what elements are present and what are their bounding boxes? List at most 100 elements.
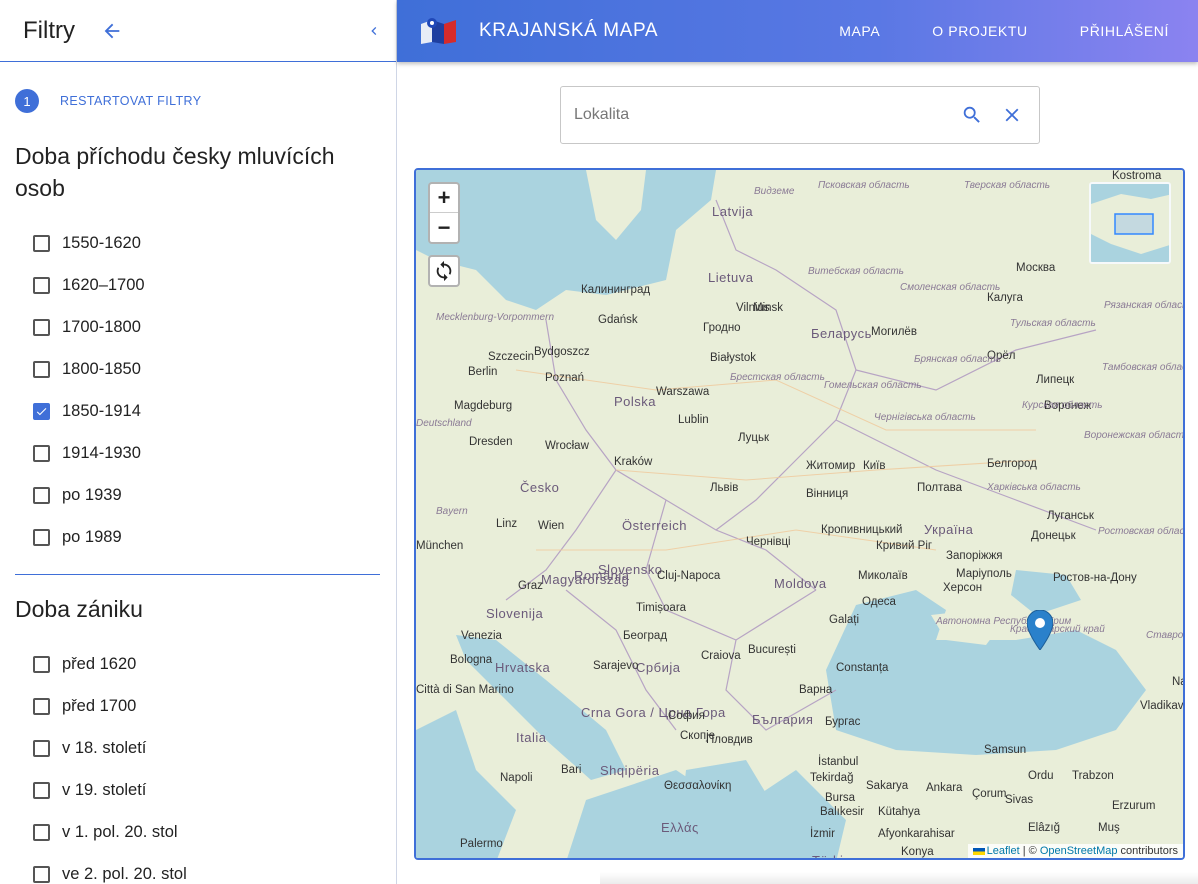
filter-option[interactable]: před 1700 <box>33 685 380 727</box>
region-label: Тамбовская область <box>1102 362 1183 373</box>
country-label: Slovenija <box>486 606 544 621</box>
location-marker-icon[interactable] <box>1027 610 1053 650</box>
leaflet-link[interactable]: Leaflet <box>987 845 1020 857</box>
filter-option-label: v 19. století <box>62 780 147 799</box>
filter-option-label: ve 2. pol. 20. stol <box>62 864 187 883</box>
filter-option-label: 1850-1914 <box>62 401 141 420</box>
clear-icon[interactable] <box>1001 104 1023 126</box>
city-label: Città di San Marino <box>416 684 514 696</box>
region-label: Тверская область <box>964 180 1051 191</box>
city-label: Trabzon <box>1072 770 1114 782</box>
city-label: Одеса <box>862 596 896 608</box>
city-label: Донецьк <box>1031 530 1076 542</box>
extinction-options: před 1620 před 1700 v 18. století v 19. sto… <box>15 625 380 884</box>
checkbox[interactable] <box>33 823 50 841</box>
sidebar-header: Filtry <box>0 0 396 62</box>
city-label: Gdańsk <box>598 314 638 326</box>
zoom-out-button[interactable]: − <box>430 213 458 242</box>
app-title[interactable]: KRAJANSKÁ MAPA <box>479 20 658 42</box>
city-label: Lublin <box>678 414 709 426</box>
map-attribution: Leaflet | © OpenStreetMap contributors <box>967 844 1183 858</box>
city-label: Wrocław <box>545 440 589 452</box>
checkbox[interactable] <box>33 486 50 504</box>
ukraine-flag-icon <box>972 847 985 855</box>
filter-option[interactable]: v 18. století <box>33 727 380 769</box>
checkbox[interactable] <box>33 318 50 336</box>
city-label: Sivas <box>1005 794 1034 806</box>
city-label: Варна <box>799 684 833 696</box>
country-label: Italia <box>516 730 547 745</box>
country-label: Česko <box>520 480 560 495</box>
city-label: Бургас <box>825 716 861 728</box>
filter-option[interactable]: v 1. pol. 20. stol <box>33 811 380 853</box>
city-label: Вінниця <box>806 488 849 500</box>
city-label: Луцьк <box>738 432 770 444</box>
filter-option[interactable]: před 1620 <box>33 643 380 685</box>
reset-view-button[interactable] <box>428 255 460 287</box>
filter-option[interactable]: v 19. století <box>33 769 380 811</box>
filter-option[interactable]: 1800-1850 <box>33 348 380 390</box>
checkbox[interactable] <box>33 528 50 546</box>
filter-option[interactable]: ve 2. pol. 20. stol <box>33 853 380 884</box>
zoom-in-button[interactable]: + <box>430 184 458 213</box>
checkbox[interactable] <box>33 276 50 294</box>
nav-map[interactable]: MAPA <box>816 23 909 39</box>
filter-option[interactable]: po 1989 <box>33 516 380 558</box>
nav-login[interactable]: PŘIHLÁŠENÍ <box>1057 23 1198 39</box>
filter-option[interactable]: 1550-1620 <box>33 222 380 264</box>
checkbox[interactable] <box>33 739 50 757</box>
checkbox[interactable] <box>33 234 50 252</box>
filter-option-label: v 1. pol. 20. stol <box>62 822 178 841</box>
city-label: Миколаїв <box>858 570 908 582</box>
region-label: Смоленская область <box>900 282 1001 293</box>
refresh-icon <box>436 260 452 282</box>
filter-option[interactable]: po 1939 <box>33 474 380 516</box>
country-label: Latvija <box>712 204 754 219</box>
city-label: Bydgoszcz <box>534 346 590 358</box>
checkbox[interactable] <box>33 360 50 378</box>
region-label: Рязанская область <box>1104 300 1183 311</box>
city-label: Cluj-Napoca <box>657 570 721 582</box>
check-icon <box>36 407 47 415</box>
attribution-separator: | © <box>1019 845 1040 857</box>
active-filter-count-badge: 1 <box>15 89 39 113</box>
city-label: Москва <box>1016 262 1056 274</box>
filter-option[interactable]: 1914-1930 <box>33 432 380 474</box>
filter-option[interactable]: 1620–1700 <box>33 264 380 306</box>
city-label: София <box>668 710 705 722</box>
city-label: Craiova <box>701 650 741 662</box>
nav-about[interactable]: O PROJEKTU <box>909 23 1056 39</box>
checkbox[interactable] <box>33 697 50 715</box>
city-label: Białystok <box>710 352 757 364</box>
city-label: Чернівці <box>746 536 791 548</box>
city-label: Graz <box>518 580 543 592</box>
country-label: România <box>574 568 630 583</box>
city-label: Wien <box>538 520 565 532</box>
location-search-input[interactable] <box>561 106 961 124</box>
city-label: Minsk <box>753 302 784 314</box>
osm-link[interactable]: OpenStreetMap <box>1040 845 1118 857</box>
region-label: Deutschland <box>416 418 472 429</box>
checkbox-checked[interactable] <box>33 402 50 420</box>
city-label: İstanbul <box>818 756 859 768</box>
city-label: Balıkesir <box>820 806 865 818</box>
filter-option[interactable]: 1700-1800 <box>33 306 380 348</box>
sidebar-title: Filtry <box>23 16 75 44</box>
chevron-left-icon[interactable] <box>366 23 382 39</box>
checkbox[interactable] <box>33 444 50 462</box>
city-label: Липецк <box>1036 374 1075 386</box>
filter-option-label: 1800-1850 <box>62 359 141 378</box>
city-label: Пловдив <box>706 734 753 746</box>
city-label: Ростов-на-Дону <box>1053 572 1137 584</box>
minimap[interactable] <box>1089 182 1171 264</box>
city-label: Timișoara <box>636 602 687 614</box>
checkbox[interactable] <box>33 655 50 673</box>
search-icon[interactable] <box>961 104 983 126</box>
checkbox[interactable] <box>33 865 50 883</box>
filter-option[interactable]: 1850-1914 <box>33 390 380 432</box>
reset-filters-button[interactable]: RESTARTOVAT FILTRY <box>60 94 202 108</box>
checkbox[interactable] <box>33 781 50 799</box>
arrow-back-icon[interactable] <box>101 20 123 42</box>
map-view[interactable]: Latvija Lietuva Беларусь Polska Česko Slovens… <box>414 168 1185 860</box>
map-logo-icon[interactable] <box>419 16 459 46</box>
